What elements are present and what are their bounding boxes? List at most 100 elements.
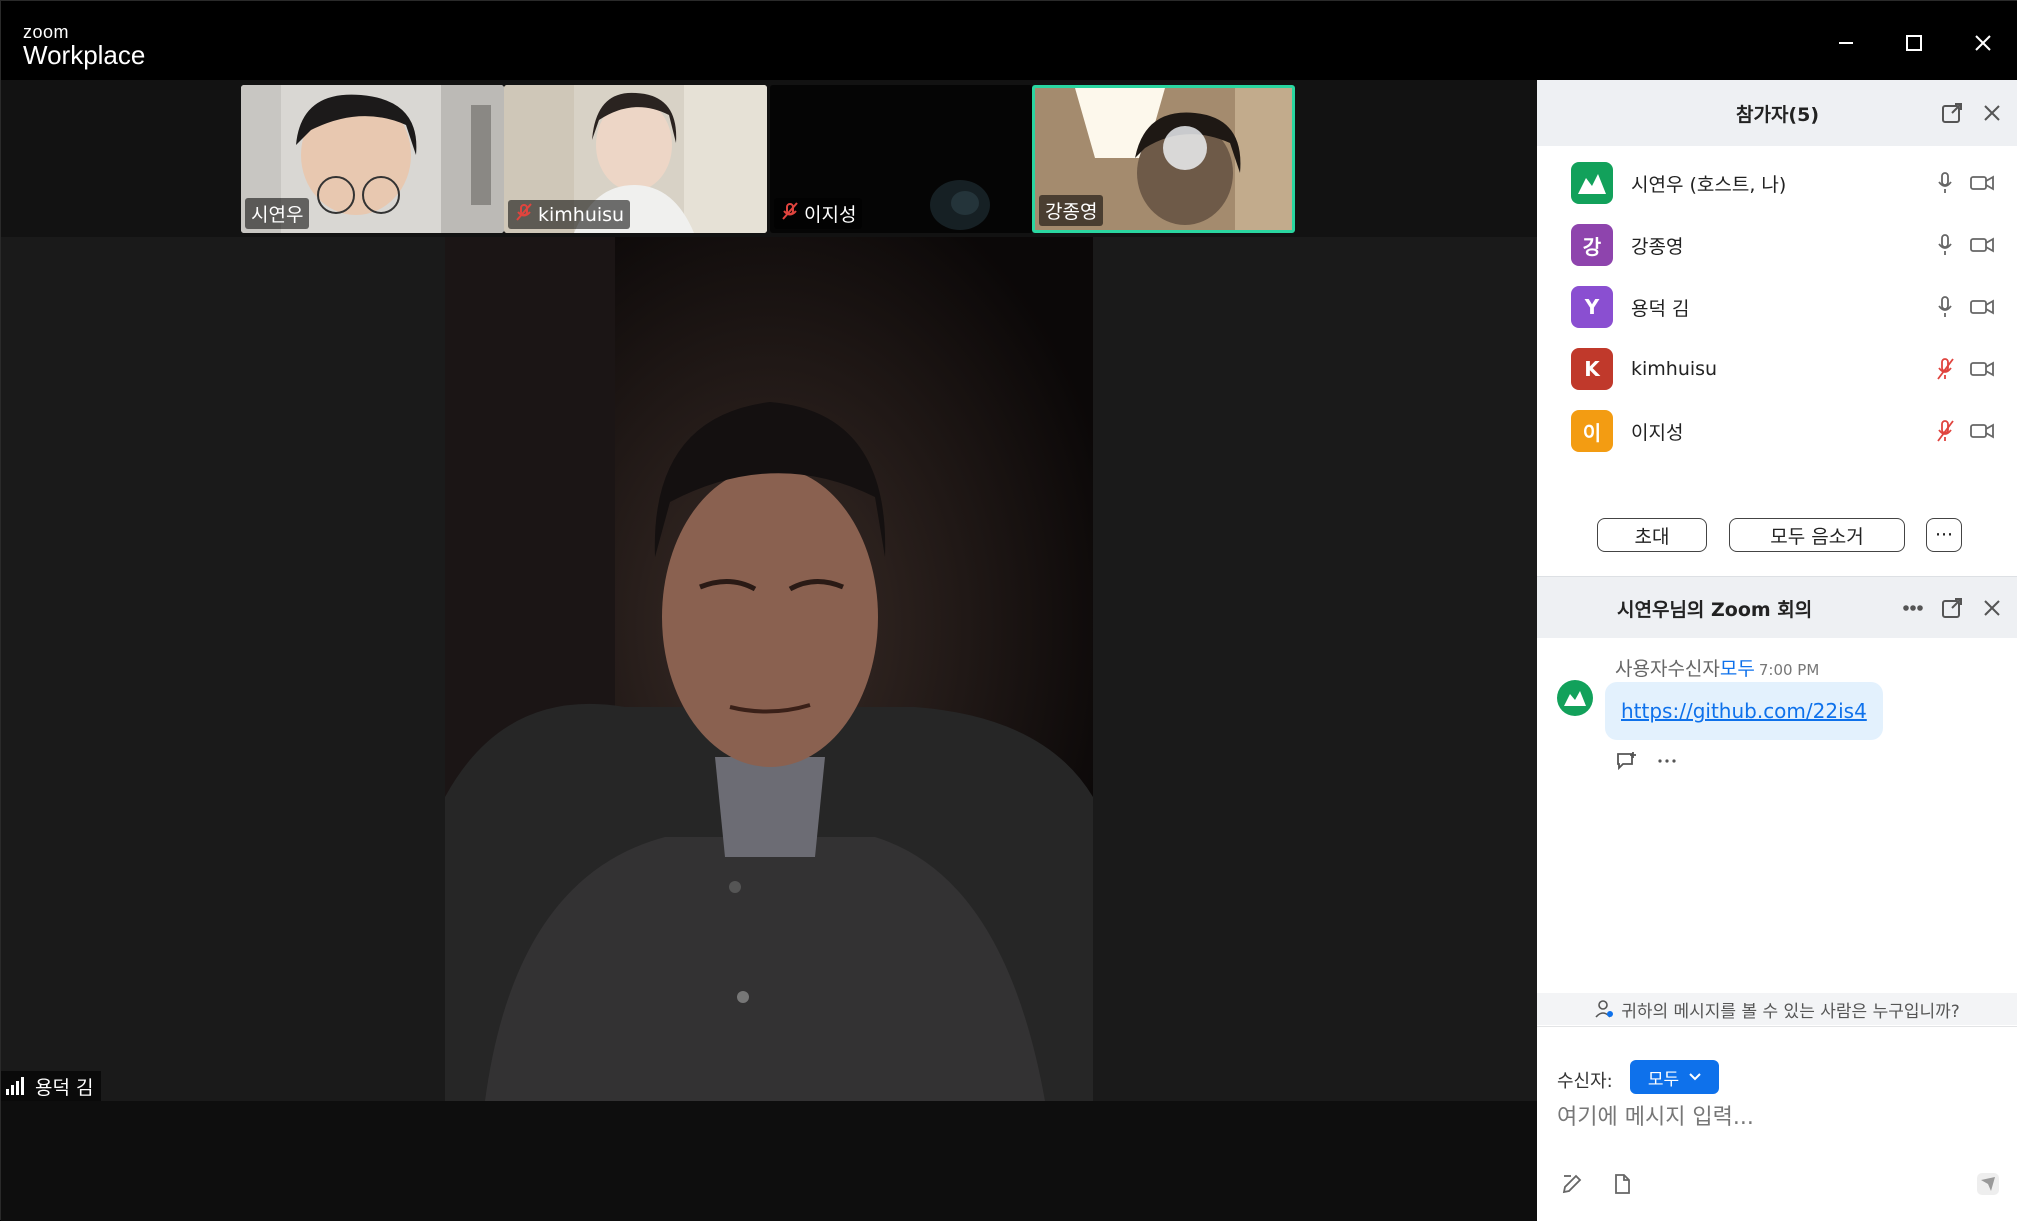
zoom-window: zoom Workplace 시연우 kimhuisu 이지성 강종영 용덕 김… (0, 0, 2017, 1221)
format-pen-icon (1562, 1174, 1582, 1194)
participant-row[interactable]: K kimhuisu (1537, 338, 2017, 400)
video-thumbnail[interactable]: 시연우 (241, 85, 504, 233)
more-options-button[interactable]: ··· (1926, 518, 1962, 552)
who-can-see-banner[interactable]: 귀하의 메시지를 볼 수 있는 사람은 누구입니까? (1537, 993, 2017, 1025)
signal-strength-icon (6, 1077, 24, 1095)
zoom-mountain-icon (1578, 174, 1606, 194)
message-input[interactable] (1557, 1097, 1997, 1137)
video-thumbnail[interactable]: kimhuisu (504, 85, 767, 233)
ellipsis-icon (1903, 605, 1923, 611)
person-visibility-icon (1595, 1000, 1614, 1018)
participant-name: 이지성 (1631, 421, 1684, 444)
camera-icon[interactable] (1967, 169, 1997, 197)
video-thumbnail-active[interactable]: 강종영 (1032, 85, 1295, 233)
participant-name: 강종영 (1045, 201, 1098, 223)
mute-all-button[interactable]: 모두 음소거 (1729, 518, 1905, 552)
attach-file-button[interactable] (1607, 1169, 1637, 1199)
send-icon (1977, 1173, 1999, 1195)
microphone-icon[interactable] (1931, 293, 1959, 321)
close-participants-button[interactable] (1977, 98, 2007, 128)
message-link[interactable]: https://github.com/22is4 (1621, 699, 1867, 723)
message-meta: 사용자수신자모두 7:00 PM (1615, 654, 1819, 681)
thumbnail-name-label: kimhuisu (508, 200, 631, 229)
invite-button[interactable]: 초대 (1597, 518, 1707, 552)
microphone-muted-icon[interactable] (1931, 355, 1959, 383)
microphone-icon[interactable] (1931, 169, 1959, 197)
speaker-video-image (445, 237, 1093, 1101)
participant-name: kimhuisu (538, 203, 625, 226)
message-actions (1615, 750, 1677, 772)
participant-name: 용덕 김 (1631, 297, 1690, 320)
message-time: 7:00 PM (1758, 661, 1820, 679)
participant-name: 시연우 (호스트, 나) (1631, 173, 1787, 196)
sender-avatar (1557, 680, 1593, 716)
microphone-muted-icon[interactable] (1931, 417, 1959, 445)
brand-top-text: zoom (23, 22, 70, 42)
message-bubble: https://github.com/22is4 (1605, 682, 1883, 740)
main-speaker-video[interactable] (445, 237, 1093, 1101)
ellipsis-icon[interactable] (1657, 757, 1677, 765)
camera-icon[interactable] (1967, 293, 1997, 321)
participant-row[interactable]: 강 강종영 (1537, 214, 2017, 276)
mic-muted-icon (514, 202, 534, 227)
thumbnail-strip: 시연우 kimhuisu 이지성 강종영 (1, 80, 1537, 237)
thumbnail-name-label: 이지성 (774, 198, 863, 229)
who-can-see-text: 귀하의 메시지를 볼 수 있는 사람은 누구입니까? (1621, 1001, 1960, 1022)
avatar (1571, 162, 1613, 204)
chat-compose: 수신자: 모두 (1537, 1026, 2017, 1221)
message-recipient[interactable]: 모두 (1720, 658, 1755, 680)
popout-icon (1942, 598, 1962, 618)
file-icon (1615, 1174, 1630, 1194)
camera-icon[interactable] (1967, 231, 1997, 259)
participant-row[interactable]: Y 용덕 김 (1537, 276, 2017, 338)
participant-name: 시연우 (251, 204, 304, 226)
minimize-icon (1839, 42, 1853, 44)
speaker-name-bar: 용덕 김 (1, 1071, 102, 1101)
close-window-button[interactable] (1963, 23, 2003, 63)
participant-name: 강종영 (1631, 235, 1684, 258)
popout-participants-button[interactable] (1937, 98, 1967, 128)
avatar: 강 (1571, 224, 1613, 266)
avatar: K (1571, 348, 1613, 390)
close-icon (1984, 600, 2000, 616)
avatar: 이 (1571, 410, 1613, 452)
avatar: Y (1571, 286, 1613, 328)
recipient-label: 수신자: (1557, 1071, 1613, 1092)
participants-header: 참가자(5) (1537, 80, 2017, 146)
camera-icon[interactable] (1967, 417, 1997, 445)
send-button[interactable] (1973, 1169, 2003, 1199)
brand-bottom-text: Workplace (23, 40, 146, 70)
toolbar-area (1, 1101, 1537, 1221)
popout-icon (1942, 103, 1962, 123)
close-icon (1975, 35, 1991, 51)
participant-name: kimhuisu (1631, 358, 1718, 380)
zoom-mountain-icon (1564, 691, 1586, 706)
popout-chat-button[interactable] (1937, 593, 1967, 623)
reply-icon[interactable] (1615, 750, 1639, 772)
recipient-dropdown[interactable]: 모두 (1630, 1060, 1719, 1094)
mic-muted-icon (780, 201, 800, 226)
zoom-workplace-logo: zoom Workplace (23, 23, 145, 69)
participant-name: 이지성 (804, 204, 857, 226)
thumbnail-name-label: 시연우 (245, 198, 310, 229)
message-sender: 사용자수신자 (1615, 658, 1720, 680)
chat-header: 시연우님의 Zoom 회의 (1537, 576, 2017, 638)
close-chat-button[interactable] (1977, 593, 2007, 623)
participant-row[interactable]: 이 이지성 (1537, 400, 2017, 462)
close-icon (1984, 105, 2000, 121)
camera-icon[interactable] (1967, 355, 1997, 383)
participants-list: 시연우 (호스트, 나) 강 강종영 Y 용덕 김 K kimhuisu 이 이… (1537, 152, 2017, 462)
chat-title: 시연우님의 Zoom 회의 (1617, 599, 1813, 621)
video-stage: 시연우 kimhuisu 이지성 강종영 용덕 김 (1, 80, 1537, 1221)
recipient-value: 모두 (1647, 1069, 1680, 1090)
chat-more-button[interactable] (1898, 593, 1928, 623)
participant-row[interactable]: 시연우 (호스트, 나) (1537, 152, 2017, 214)
chevron-down-icon (1689, 1073, 1701, 1081)
title-bar: zoom Workplace (1, 1, 2017, 80)
side-panel: 참가자(5) 시연우 (호스트, 나) 강 강종영 Y 용덕 김 K kimhu… (1537, 80, 2017, 1221)
format-text-button[interactable] (1557, 1169, 1587, 1199)
maximize-button[interactable] (1894, 23, 1934, 63)
minimize-button[interactable] (1826, 23, 1866, 63)
video-thumbnail[interactable]: 이지성 (770, 85, 1033, 233)
microphone-icon[interactable] (1931, 231, 1959, 259)
